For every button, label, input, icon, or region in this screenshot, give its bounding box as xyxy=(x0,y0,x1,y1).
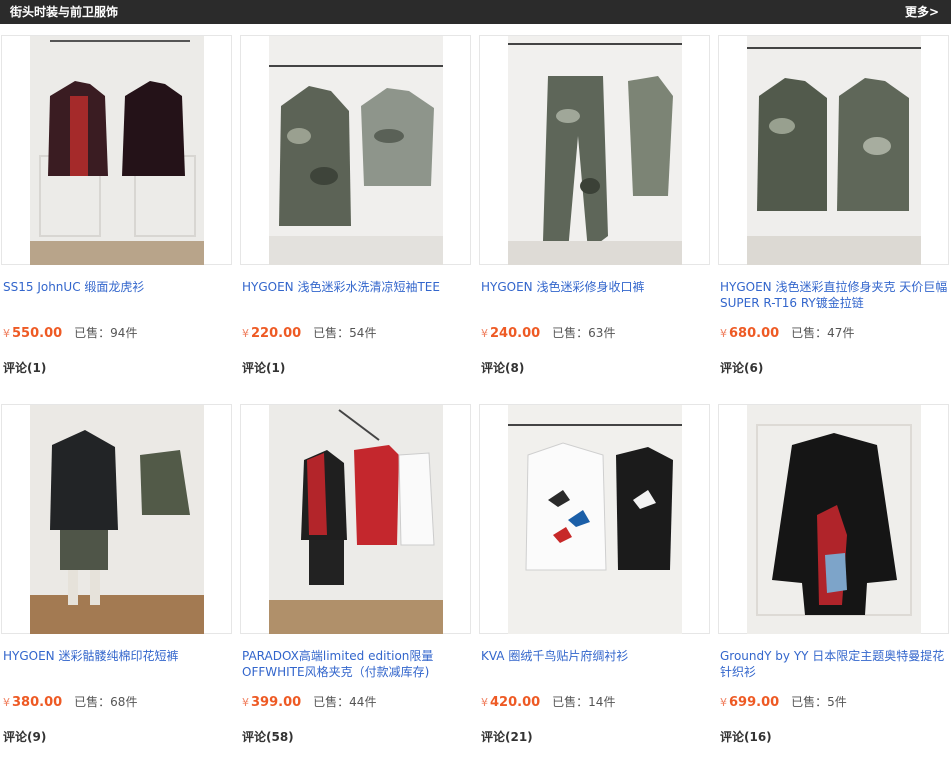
product-photo[interactable] xyxy=(746,405,921,634)
product-name-link[interactable]: HYGOEN 浅色迷彩水洗清凉短袖TEE xyxy=(242,279,470,295)
product-price: 420.00 xyxy=(490,695,541,710)
product-photo[interactable] xyxy=(507,36,682,265)
sold-count: 已售：54件 xyxy=(313,326,377,340)
product-name-link[interactable]: HYGOEN 迷彩骷髅纯棉印花短裤 xyxy=(3,648,231,664)
price-line: ¥420.00 已售：14件 xyxy=(481,694,615,710)
product-photo[interactable] xyxy=(29,405,204,634)
sold-count: 已售：47件 xyxy=(791,326,855,340)
section-header: 街头时装与前卫服饰 更多> xyxy=(0,0,951,24)
product-price: 220.00 xyxy=(251,326,302,341)
product-card: SS15 JohnUC 缎面龙虎衫 ¥550.00 已售：94件 评论(1) xyxy=(1,35,233,398)
sold-count: 已售：14件 xyxy=(552,695,616,709)
review-count[interactable]: 评论(16) xyxy=(720,729,772,745)
product-card: PARADOX高端limited edition限量OFFWHITE风格夹克（付… xyxy=(240,404,472,767)
price-line: ¥699.00 已售：5件 xyxy=(720,694,847,710)
product-photo[interactable] xyxy=(507,405,682,634)
product-image-frame[interactable] xyxy=(1,35,232,265)
product-card: HYGOEN 浅色迷彩水洗清凉短袖TEE ¥220.00 已售：54件 评论(1) xyxy=(240,35,472,398)
product-image-frame[interactable] xyxy=(718,35,949,265)
currency-symbol: ¥ xyxy=(720,327,727,340)
product-card: KVA 圈绒千鸟贴片府绸衬衫 ¥420.00 已售：14件 评论(21) xyxy=(479,404,711,767)
review-count[interactable]: 评论(6) xyxy=(720,360,763,376)
product-price: 399.00 xyxy=(251,695,302,710)
product-image-frame[interactable] xyxy=(479,35,710,265)
review-count[interactable]: 评论(8) xyxy=(481,360,524,376)
currency-symbol: ¥ xyxy=(481,327,488,340)
product-card: GroundY by YY 日本限定主题奥特曼提花针织衫 ¥699.00 已售：5… xyxy=(718,404,950,767)
product-photo[interactable] xyxy=(268,36,443,265)
product-photo[interactable] xyxy=(268,405,443,634)
sold-count: 已售：63件 xyxy=(552,326,616,340)
product-price: 699.00 xyxy=(729,695,780,710)
product-image-frame[interactable] xyxy=(718,404,949,634)
product-photo[interactable] xyxy=(29,36,204,265)
price-line: ¥240.00 已售：63件 xyxy=(481,325,615,341)
currency-symbol: ¥ xyxy=(3,327,10,340)
price-line: ¥680.00 已售：47件 xyxy=(720,325,854,341)
currency-symbol: ¥ xyxy=(481,696,488,709)
product-price: 680.00 xyxy=(729,326,780,341)
review-count[interactable]: 评论(1) xyxy=(242,360,285,376)
product-image-frame[interactable] xyxy=(479,404,710,634)
product-name-link[interactable]: PARADOX高端limited edition限量OFFWHITE风格夹克（付… xyxy=(242,648,470,680)
product-name-link[interactable]: HYGOEN 浅色迷彩修身收口裤 xyxy=(481,279,709,295)
sold-count: 已售：68件 xyxy=(74,695,138,709)
product-name-link[interactable]: SS15 JohnUC 缎面龙虎衫 xyxy=(3,279,231,295)
price-line: ¥550.00 已售：94件 xyxy=(3,325,137,341)
review-count[interactable]: 评论(58) xyxy=(242,729,294,745)
sold-count: 已售：5件 xyxy=(791,695,847,709)
price-line: ¥399.00 已售：44件 xyxy=(242,694,376,710)
sold-count: 已售：94件 xyxy=(74,326,138,340)
product-price: 550.00 xyxy=(12,326,63,341)
product-price: 380.00 xyxy=(12,695,63,710)
product-image-frame[interactable] xyxy=(1,404,232,634)
product-photo[interactable] xyxy=(746,36,921,265)
product-image-frame[interactable] xyxy=(240,35,471,265)
more-link[interactable]: 更多> xyxy=(905,4,939,20)
currency-symbol: ¥ xyxy=(242,696,249,709)
currency-symbol: ¥ xyxy=(3,696,10,709)
product-card: HYGOEN 浅色迷彩直拉修身夹克 天价巨幅SUPER R-T16 RY镀金拉链… xyxy=(718,35,950,398)
product-name-link[interactable]: KVA 圈绒千鸟贴片府绸衬衫 xyxy=(481,648,709,664)
product-name-link[interactable]: HYGOEN 浅色迷彩直拉修身夹克 天价巨幅SUPER R-T16 RY镀金拉链 xyxy=(720,279,948,311)
review-count[interactable]: 评论(1) xyxy=(3,360,46,376)
product-image-frame[interactable] xyxy=(240,404,471,634)
currency-symbol: ¥ xyxy=(242,327,249,340)
sold-count: 已售：44件 xyxy=(313,695,377,709)
review-count[interactable]: 评论(9) xyxy=(3,729,46,745)
product-price: 240.00 xyxy=(490,326,541,341)
product-name-link[interactable]: GroundY by YY 日本限定主题奥特曼提花针织衫 xyxy=(720,648,948,680)
price-line: ¥220.00 已售：54件 xyxy=(242,325,376,341)
price-line: ¥380.00 已售：68件 xyxy=(3,694,137,710)
product-card: HYGOEN 浅色迷彩修身收口裤 ¥240.00 已售：63件 评论(8) xyxy=(479,35,711,398)
product-card: HYGOEN 迷彩骷髅纯棉印花短裤 ¥380.00 已售：68件 评论(9) xyxy=(1,404,233,767)
review-count[interactable]: 评论(21) xyxy=(481,729,533,745)
section-title: 街头时装与前卫服饰 xyxy=(10,5,119,19)
currency-symbol: ¥ xyxy=(720,696,727,709)
